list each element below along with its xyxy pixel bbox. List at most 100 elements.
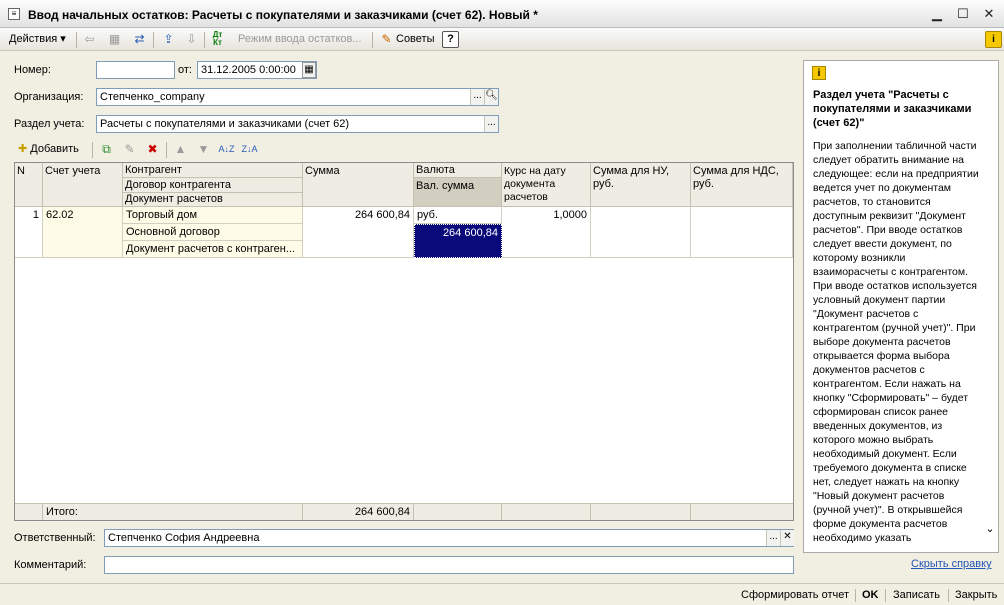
cell-document[interactable]: Документ расчетов с контраген... bbox=[123, 241, 303, 258]
help-title: Раздел учета "Расчеты с покупателями и з… bbox=[813, 89, 972, 129]
delete-row-icon[interactable]: ✖ bbox=[144, 141, 161, 158]
bottom-separator bbox=[948, 589, 949, 602]
header-n[interactable]: N bbox=[15, 163, 43, 207]
number-label: Номер: bbox=[14, 64, 51, 76]
section-field[interactable]: Расчеты с покупателями и заказчиками (сч… bbox=[96, 115, 499, 133]
window-menu-icon[interactable]: ≡ bbox=[8, 8, 20, 20]
header-sum-nu[interactable]: Сумма для НУ, руб. bbox=[591, 163, 691, 207]
totals-rate bbox=[502, 504, 591, 520]
comment-label: Комментарий: bbox=[14, 559, 87, 571]
mode-button[interactable]: Режим ввода остатков... bbox=[238, 30, 362, 49]
toolbar-separator bbox=[76, 32, 77, 48]
toolbar bbox=[0, 28, 1004, 51]
bottom-separator bbox=[855, 589, 856, 602]
scroll-down-icon[interactable]: ⌄ bbox=[983, 522, 997, 536]
toolbar-separator bbox=[153, 32, 154, 48]
post-document-icon[interactable]: ⇪ bbox=[160, 31, 177, 48]
toolbar-separator bbox=[92, 142, 93, 158]
section-value: Расчеты с покупателями и заказчиками (сч… bbox=[100, 118, 350, 130]
move-up-icon[interactable]: ▲ bbox=[172, 141, 189, 158]
unpost-icon[interactable]: ⇩ bbox=[183, 31, 200, 48]
org-search-icon[interactable]: 🔍︎ bbox=[484, 89, 498, 105]
header-sum[interactable]: Сумма bbox=[303, 163, 414, 207]
cell-contract[interactable]: Основной договор bbox=[123, 224, 303, 241]
report-button[interactable]: Сформировать отчет bbox=[741, 587, 849, 603]
org-select-button[interactable]: ... bbox=[470, 89, 484, 105]
comment-field[interactable] bbox=[104, 556, 794, 574]
toolbar-separator bbox=[166, 142, 167, 158]
help-button[interactable]: ? bbox=[442, 31, 459, 48]
toolbar-separator bbox=[372, 32, 373, 48]
help-body: При заполнении табличной части следует о… bbox=[813, 140, 979, 544]
toolbar-separator bbox=[204, 32, 205, 48]
header-sum-nds[interactable]: Сумма для НДС, руб. bbox=[691, 163, 793, 207]
actions-label: Действия bbox=[9, 33, 58, 45]
edit-icon[interactable]: ▦ bbox=[106, 31, 123, 48]
responsible-select-button[interactable]: ... bbox=[766, 530, 780, 546]
chevron-down-icon: ▾ bbox=[60, 33, 66, 45]
add-row-button[interactable]: ✚ Добавить bbox=[18, 140, 79, 159]
organization-field[interactable]: Степченко_company bbox=[96, 88, 499, 106]
bottom-separator bbox=[885, 589, 886, 602]
org-label: Организация: bbox=[14, 91, 84, 103]
number-field[interactable] bbox=[96, 61, 175, 79]
add-label: Добавить bbox=[30, 143, 79, 155]
move-down-icon[interactable]: ▼ bbox=[195, 141, 212, 158]
dt-kt-icon[interactable]: Дт Кт bbox=[209, 31, 226, 48]
date-field[interactable]: 31.12.2005 0:00:00 bbox=[197, 61, 317, 79]
cell-cur-sum[interactable]: 264 600,84 bbox=[414, 224, 502, 258]
date-value: 31.12.2005 0:00:00 bbox=[201, 64, 296, 76]
totals-spacer bbox=[15, 504, 43, 520]
help-info-icon: i bbox=[812, 66, 826, 80]
totals-nu bbox=[591, 504, 691, 520]
clear-icon[interactable]: ✕ bbox=[780, 530, 794, 546]
header-contract[interactable]: Договор контрагента bbox=[123, 178, 303, 193]
actions-menu[interactable]: Действия ▾ bbox=[9, 30, 66, 49]
section-select-button[interactable]: ... bbox=[484, 116, 498, 132]
window-title: Ввод начальных остатков: Расчеты с покуп… bbox=[28, 8, 538, 22]
cell-contractor[interactable]: Торговый дом bbox=[123, 207, 303, 224]
hide-help-link[interactable]: Скрыть справку bbox=[911, 558, 992, 570]
responsible-label: Ответственный: bbox=[14, 532, 96, 544]
totals-label: Итого: bbox=[43, 504, 303, 520]
totals-cur bbox=[414, 504, 502, 520]
cell-sum-nu[interactable] bbox=[591, 207, 691, 258]
org-value: Степченко_company bbox=[100, 91, 205, 103]
edit-row-icon[interactable]: ✎ bbox=[121, 141, 138, 158]
sort-desc-icon[interactable]: Z↓A bbox=[241, 141, 258, 158]
responsible-field[interactable]: Степченко София Андреевна bbox=[104, 529, 794, 547]
cell-sum[interactable]: 264 600,84 bbox=[303, 207, 414, 258]
add-icon: ✚ bbox=[18, 143, 28, 155]
header-rate[interactable]: Курс на дату документа расчетов bbox=[502, 163, 591, 207]
refresh-icon[interactable]: ⇄ bbox=[131, 31, 148, 48]
advice-button[interactable]: Советы bbox=[396, 30, 434, 49]
table: N Счет учета Контрагент Договор контраге… bbox=[14, 162, 794, 521]
minimize-icon[interactable]: ▁ bbox=[928, 6, 946, 22]
calendar-icon[interactable]: ▦ bbox=[302, 62, 316, 78]
header-account[interactable]: Счет учета bbox=[43, 163, 123, 207]
cell-currency[interactable]: руб. bbox=[414, 207, 502, 224]
close-icon[interactable]: ✕ bbox=[980, 6, 998, 22]
header-contractor[interactable]: Контрагент bbox=[123, 163, 303, 178]
copy-row-icon[interactable]: ⧉ bbox=[98, 141, 115, 158]
maximize-icon[interactable]: ☐ bbox=[954, 6, 972, 22]
cell-n[interactable]: 1 bbox=[15, 207, 43, 258]
responsible-value: Степченко София Андреевна bbox=[108, 532, 260, 544]
section-label: Раздел учета: bbox=[14, 118, 85, 130]
bottom-bar bbox=[0, 583, 1004, 605]
header-currency[interactable]: Валюта bbox=[414, 163, 502, 178]
info-icon[interactable]: i bbox=[985, 31, 1002, 48]
save-button[interactable]: Записать bbox=[893, 587, 940, 603]
back-icon[interactable]: ⇦ bbox=[81, 31, 98, 48]
ok-button[interactable]: OK bbox=[862, 587, 879, 603]
from-label: от: bbox=[178, 64, 192, 76]
close-button[interactable]: Закрыть bbox=[955, 587, 997, 603]
header-cur-sum[interactable]: Вал. сумма bbox=[414, 178, 502, 207]
advice-icon: ✎ bbox=[381, 32, 392, 46]
header-document[interactable]: Документ расчетов bbox=[123, 193, 303, 207]
cell-rate[interactable]: 1,0000 bbox=[502, 207, 591, 258]
sort-asc-icon[interactable]: A↓Z bbox=[218, 141, 235, 158]
cell-account[interactable]: 62.02 bbox=[43, 207, 123, 258]
totals-sum: 264 600,84 bbox=[303, 504, 414, 520]
cell-sum-nds[interactable] bbox=[691, 207, 793, 258]
